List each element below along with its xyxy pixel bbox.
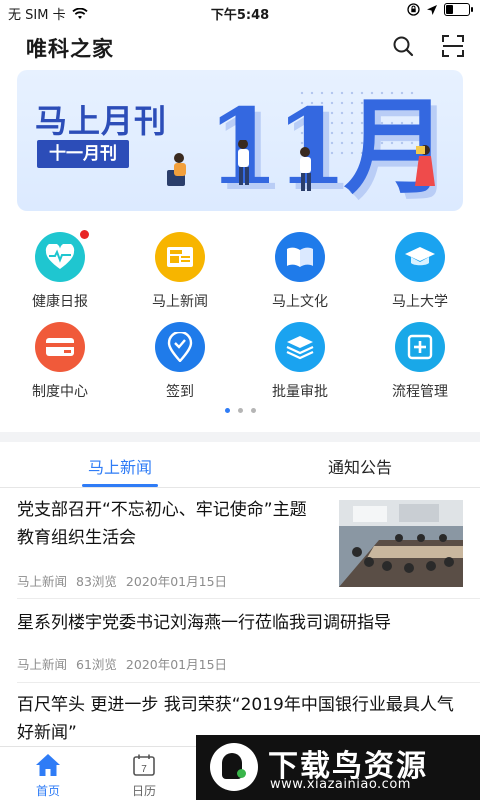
calendar-day: 7 (141, 764, 147, 775)
watermark: 下载鸟资源 www.xiazainiao.com (196, 735, 480, 800)
layers-icon (275, 322, 325, 372)
location-arrow-icon (427, 4, 437, 15)
news-title: 星系列楼宇党委书记刘海燕一行莅临我司调研指导 (17, 613, 391, 633)
news-meta-row: 马上新闻 61浏览 2020年01月15日 (17, 654, 463, 673)
news-views: 83浏览 (76, 574, 117, 589)
card-icon (35, 322, 85, 372)
news-tabs: 马上新闻 通知公告 (0, 442, 480, 488)
home-icon (36, 754, 60, 776)
news-source: 马上新闻 (17, 574, 68, 589)
calendar-icon: 7 (133, 754, 155, 776)
graduation-cap-icon (395, 232, 445, 282)
grid-item[interactable]: 健康日报 (0, 230, 120, 311)
grid-page-dot (237, 408, 243, 413)
notification-badge (80, 230, 89, 239)
news-date: 2020年01月15日 (125, 657, 228, 672)
plus-icon (395, 322, 445, 372)
book-icon (275, 232, 325, 282)
battery-icon (444, 3, 473, 16)
tab-calendar-label: 日历 (131, 784, 156, 798)
grid-item-label: 制度中心 (32, 384, 88, 400)
grid-item[interactable]: 制度中心 (0, 322, 120, 401)
grid-item[interactable]: 马上新闻 (120, 232, 240, 311)
grid-item[interactable]: 批量审批 (240, 322, 360, 401)
grid-item[interactable]: 马上大学 (360, 232, 480, 311)
banner-subtitle: 十一月刊 (37, 140, 129, 168)
news-item[interactable]: 星系列楼宇党委书记刘海燕一行莅临我司调研指导 (17, 609, 463, 637)
news-item[interactable]: 党支部召开“不忘初心、牢记使命”主题教育组织生活会 (17, 496, 317, 552)
news-divider (17, 682, 480, 683)
active-tab-indicator (82, 484, 158, 487)
news-date: 2020年01月15日 (125, 574, 228, 589)
tab-news[interactable]: 马上新闻 (0, 454, 240, 478)
scan-icon[interactable] (441, 34, 465, 58)
section-separator (0, 432, 480, 442)
grid-item-label: 健康日报 (32, 294, 88, 310)
news-title: 党支部召开“不忘初心、牢记使命”主题教育组织生活会 (17, 500, 307, 548)
app-title: 唯科之家 (26, 37, 114, 61)
grid-item[interactable]: 马上文化 (240, 232, 360, 311)
tab-calendar[interactable]: 7 日历 (114, 753, 174, 799)
grid-page-dot (224, 408, 230, 413)
news-meta: 马上新闻 61浏览 2020年01月15日 (17, 654, 463, 673)
search-icon[interactable] (391, 34, 415, 58)
watermark-logo (210, 743, 258, 791)
tab-home[interactable]: 首页 (18, 753, 78, 799)
app-header: 唯科之家 (0, 24, 480, 68)
news-divider (17, 598, 480, 599)
tab-home-label: 首页 (35, 784, 60, 798)
heart-pulse-icon (35, 230, 89, 282)
grid-pagination (0, 408, 480, 413)
watermark-url: www.xiazainiao.com (270, 777, 411, 792)
tab-notices[interactable]: 通知公告 (240, 454, 480, 478)
grid-item[interactable]: 签到 (120, 322, 240, 401)
news-thumbnail[interactable] (339, 500, 463, 587)
banner-carousel[interactable]: 马上月刊 十一月刊 11月 (17, 70, 463, 211)
grid-item-label: 马上文化 (272, 294, 328, 310)
grid-page-dot (250, 408, 256, 413)
grid-item-label: 马上新闻 (152, 294, 208, 310)
grid-item-label: 批量审批 (272, 384, 328, 400)
banner-title: 马上月刊 (35, 102, 168, 140)
banner-illustration (167, 140, 435, 191)
news-views: 61浏览 (76, 657, 117, 672)
location-check-icon (155, 322, 205, 372)
grid-item-label: 签到 (166, 384, 194, 400)
news-source: 马上新闻 (17, 657, 68, 672)
battery-level (446, 5, 453, 14)
grid-item-label: 马上大学 (392, 294, 448, 310)
news-icon (155, 232, 205, 282)
rotation-lock-icon (407, 3, 420, 16)
status-right (407, 3, 473, 16)
grid-item-label: 流程管理 (392, 384, 448, 400)
grid-item[interactable]: 流程管理 (360, 322, 480, 401)
status-bar: 无 SIM 卡 下午5:48 (0, 0, 480, 24)
meeting-photo (339, 500, 463, 587)
